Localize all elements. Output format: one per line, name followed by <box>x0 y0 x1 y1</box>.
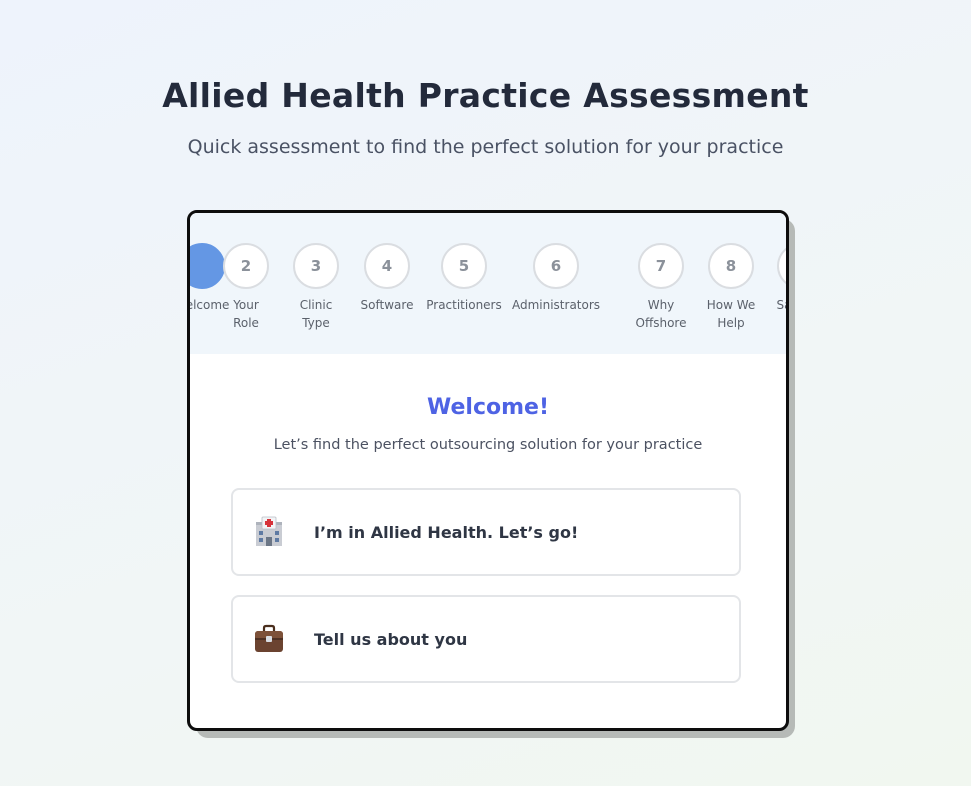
welcome-title: Welcome! <box>427 395 549 420</box>
briefcase-icon <box>253 623 285 655</box>
welcome-subtitle: Let’s find the perfect outsourcing solut… <box>273 437 703 453</box>
step-label: Why Offshore <box>626 296 696 332</box>
step-circle: 6 <box>533 243 579 289</box>
step-circle: 9 <box>777 243 786 289</box>
page-title: Allied Health Practice Assessment <box>162 76 809 115</box>
step-practitioners[interactable]: 5 Practitioners <box>423 243 505 314</box>
step-label: Savings <box>776 298 786 312</box>
step-savings[interactable]: 9 Savings <box>765 243 786 314</box>
option-label: Tell us about you <box>314 630 468 649</box>
step-circle: 4 <box>364 243 410 289</box>
step-how-we-help[interactable]: 8 How We Help <box>696 243 766 332</box>
step-label-line: Help <box>717 316 745 330</box>
step-label: Practitioners <box>426 298 502 312</box>
step-circle: 3 <box>293 243 339 289</box>
option-allied-health[interactable]: I’m in Allied Health. Let’s go! <box>231 488 741 576</box>
step-label-line: Type <box>302 316 330 330</box>
step-label: How We Help <box>696 296 766 332</box>
step-label-line: Your <box>233 298 259 312</box>
step-label-line: Role <box>233 316 259 330</box>
step-software[interactable]: 4 Software <box>351 243 423 314</box>
step-label: Administrators <box>511 298 601 312</box>
step-circle: 8 <box>708 243 754 289</box>
step-label-line: How We <box>706 298 756 312</box>
option-tell-us-about-you[interactable]: Tell us about you <box>231 595 741 683</box>
step-label: Clinic Type <box>281 296 351 332</box>
hospital-icon <box>253 516 285 548</box>
step-circle: 5 <box>441 243 487 289</box>
assessment-card: Welcome 2 YourRole 3 ClinicType 4 Softwa… <box>187 210 789 731</box>
step-label-line: Clinic <box>299 298 333 312</box>
step-your-role[interactable]: 2 Your Role <box>211 243 281 332</box>
option-label: I’m in Allied Health. Let’s go! <box>314 523 579 542</box>
step-administrators[interactable]: 6 Administrators <box>510 243 602 314</box>
step-label-line: Why <box>647 298 675 312</box>
step-label: Your Role <box>211 296 281 332</box>
step-label: Software <box>360 298 414 312</box>
progress-stepper[interactable]: Welcome 2 YourRole 3 ClinicType 4 Softwa… <box>190 213 786 354</box>
step-circle: 7 <box>638 243 684 289</box>
step-clinic-type[interactable]: 3 Clinic Type <box>281 243 351 332</box>
page-subtitle: Quick assessment to find the perfect sol… <box>187 136 784 158</box>
step-why-offshore[interactable]: 7 Why Offshore <box>626 243 696 332</box>
step-label-line: Offshore <box>635 316 687 330</box>
step-circle: 2 <box>223 243 269 289</box>
